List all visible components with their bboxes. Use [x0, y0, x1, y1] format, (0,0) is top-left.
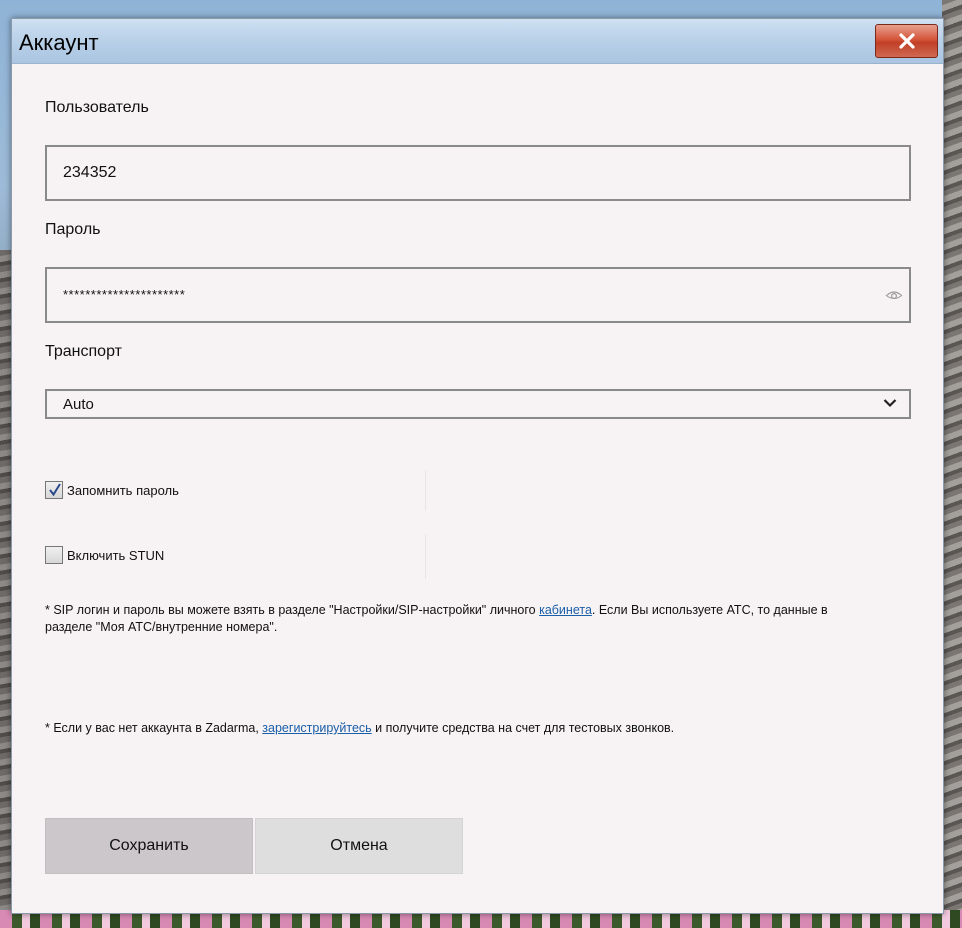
user-value: 234352 [63, 164, 117, 181]
title-bar: Аккаунт [12, 19, 943, 64]
user-field[interactable]: 234352 [45, 145, 911, 201]
remember-password-checkbox[interactable] [45, 481, 63, 499]
close-icon [898, 33, 915, 49]
sip-note-text: * SIP логин и пароль вы можете взять в р… [45, 603, 540, 617]
enable-stun-checkbox[interactable] [45, 546, 63, 564]
account-dialog: Аккаунт Пользователь 234352 Пароль *****… [11, 18, 944, 914]
cancel-button[interactable]: Отмена [255, 818, 463, 874]
checkmark-icon [49, 483, 61, 497]
remember-password-label: Запомнить пароль [67, 482, 179, 498]
transport-label: Транспорт [45, 343, 122, 360]
close-button[interactable] [875, 24, 938, 58]
password-label: Пароль [45, 221, 101, 238]
register-note-text: * Если у вас нет аккаунта в Zadarma, [45, 721, 263, 735]
register-note-text-end: и получите средства на счет для тестовых… [371, 721, 675, 735]
chevron-down-icon [883, 399, 897, 408]
cabinet-link[interactable]: кабинета [539, 603, 592, 617]
save-button[interactable]: Сохранить [45, 818, 253, 874]
dialog-title: Аккаунт [19, 30, 99, 55]
desktop-background-right [942, 0, 962, 928]
enable-stun-label: Включить STUN [67, 547, 165, 563]
remember-password-row[interactable]: Запомнить пароль [45, 480, 179, 500]
divider [425, 535, 426, 579]
user-label: Пользователь [45, 99, 149, 116]
eye-icon[interactable] [885, 288, 903, 302]
transport-value: Auto [63, 396, 94, 413]
register-note: * Если у вас нет аккаунта в Zadarma, зар… [45, 720, 875, 737]
enable-stun-row[interactable]: Включить STUN [45, 545, 164, 565]
password-value: ********************** [63, 287, 186, 302]
sip-credentials-note: * SIP логин и пароль вы можете взять в р… [45, 602, 875, 636]
divider [425, 471, 426, 511]
password-field[interactable]: ********************** [45, 267, 911, 323]
transport-select[interactable]: Auto [45, 389, 911, 419]
register-link[interactable]: зарегистрируйтесь [262, 721, 371, 735]
